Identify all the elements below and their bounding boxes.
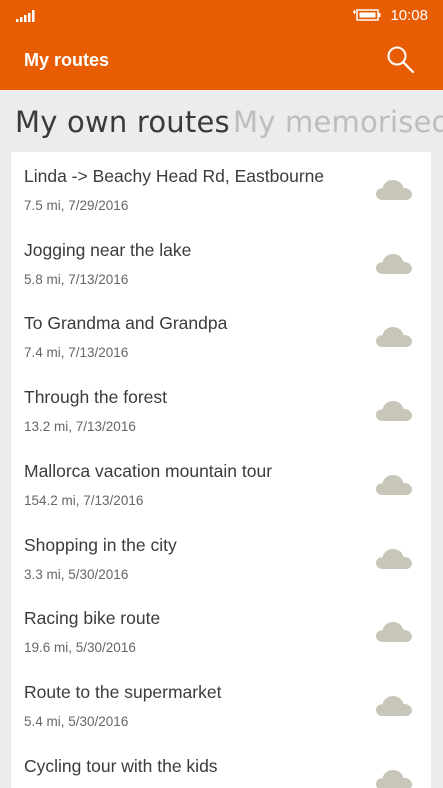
status-bar: 10:08 [0, 0, 443, 30]
search-button[interactable] [385, 44, 417, 76]
cloud-icon[interactable] [375, 619, 413, 643]
cloud-icon[interactable] [375, 472, 413, 496]
route-meta: 3.3 mi, 5/30/2016 [24, 566, 129, 582]
signal-icon [16, 10, 35, 22]
cloud-icon[interactable] [375, 767, 413, 788]
app-header: My routes [0, 30, 443, 90]
page-title: My routes [24, 50, 110, 70]
battery-icon [353, 9, 381, 21]
route-meta: 5.4 mi, 5/30/2016 [24, 713, 129, 729]
route-name: Through the forest [24, 387, 167, 408]
route-item[interactable]: Mallorca vacation mountain tour 154.2 mi,… [11, 447, 431, 521]
clock: 10:08 [390, 7, 428, 24]
route-name: Mallorca vacation mountain tour [24, 460, 273, 481]
cloud-icon[interactable] [375, 398, 413, 422]
route-meta: 154.2 mi, 7/13/2016 [24, 492, 144, 508]
route-list: Linda -> Beachy Head Rd, Eastbourne 7.5 m… [11, 152, 431, 788]
route-item[interactable]: Linda -> Beachy Head Rd, Eastbourne 7.5 m… [11, 152, 431, 226]
route-meta: 7.5 mi, 7/29/2016 [24, 198, 129, 213]
route-name: Jogging near the lake [24, 239, 192, 260]
tab-my-memorised-routes[interactable]: My memorised routes [233, 105, 443, 139]
route-name: To Grandma and Grandpa [24, 313, 228, 334]
route-name: Shopping in the city [24, 534, 177, 555]
tab-my-own-routes[interactable]: My own routes [15, 105, 230, 139]
route-item[interactable]: Route to the supermarket 5.4 mi, 5/30/201… [11, 668, 431, 742]
cloud-icon[interactable] [375, 546, 413, 570]
route-item[interactable]: Cycling tour with the kids [11, 742, 431, 788]
route-name: Linda -> Beachy Head Rd, Eastbourne [24, 166, 325, 186]
pivot-tabs: My own routes My memorised routes [0, 90, 443, 152]
cloud-icon[interactable] [375, 324, 413, 348]
route-meta: 7.4 mi, 7/13/2016 [24, 345, 129, 361]
cloud-icon[interactable] [375, 693, 413, 717]
route-meta: 5.8 mi, 7/13/2016 [24, 271, 129, 287]
route-item[interactable]: Through the forest 13.2 mi, 7/13/2016 [11, 373, 431, 447]
route-name: Cycling tour with the kids [24, 755, 218, 776]
search-icon [387, 46, 415, 74]
route-item[interactable]: Racing bike route 19.6 mi, 5/30/2016 [11, 594, 431, 668]
route-name: Racing bike route [24, 608, 161, 629]
route-item[interactable]: Shopping in the city 3.3 mi, 5/30/2016 [11, 521, 431, 595]
route-name: Route to the supermarket [24, 681, 222, 702]
route-item[interactable]: Jogging near the lake 5.8 mi, 7/13/2016 [11, 226, 431, 300]
route-meta: 19.6 mi, 5/30/2016 [24, 640, 136, 656]
cloud-icon[interactable] [375, 251, 413, 275]
route-item[interactable]: To Grandma and Grandpa 7.4 mi, 7/13/2016 [11, 299, 431, 373]
cloud-icon[interactable] [375, 177, 413, 201]
route-meta: 13.2 mi, 7/13/2016 [24, 419, 136, 435]
